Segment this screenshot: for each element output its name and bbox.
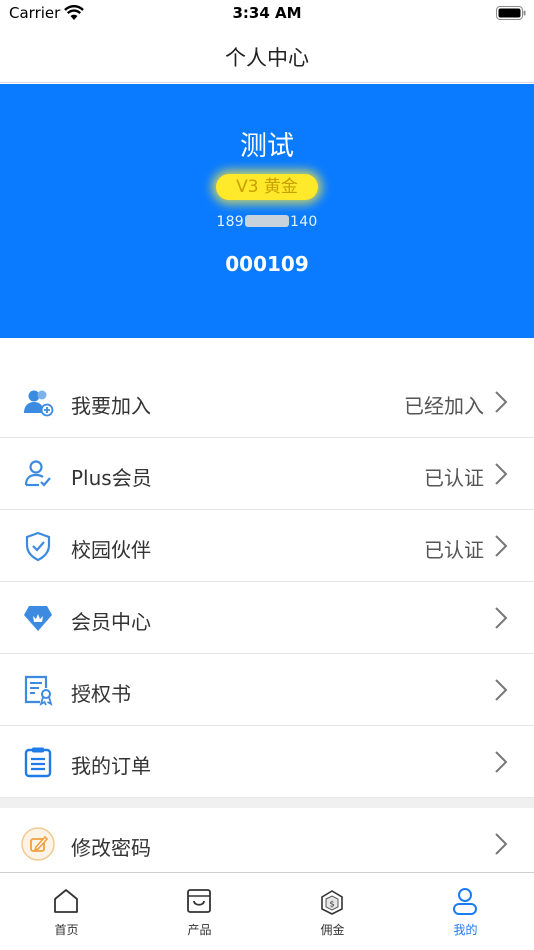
chevron-right-icon [495,535,508,557]
clock: 3:34 AM [232,4,302,22]
tab-label: 我的 [453,923,478,937]
clipboard-icon [24,747,52,778]
chevron-right-icon [495,679,508,701]
menu-item-plus[interactable]: Plus会员 已认证 [0,438,534,510]
certificate-icon [24,675,53,706]
user-add-icon [24,390,54,417]
menu-item-campus-partner[interactable]: 校园伙伴 已认证 [0,510,534,582]
nav-bar: 个人中心 [0,28,534,83]
member-id: 000109 [225,252,309,276]
user-check-icon [24,460,51,487]
tab-label: 产品 [187,923,212,937]
menu-item-label: 修改密码 [71,836,151,860]
menu-item-label: 我的订单 [71,754,151,778]
chevron-right-icon [495,833,508,855]
shield-check-icon [25,531,51,562]
tab-products[interactable]: 产品 [133,873,266,950]
page-title: 个人中心 [225,46,309,70]
profile-name: 测试 [240,131,294,162]
svg-text:$: $ [329,900,334,909]
home-icon [54,889,78,913]
chevron-right-icon [495,463,508,485]
menu-item-label: 会员中心 [71,610,151,634]
menu-item-label: Plus会员 [71,466,152,490]
tab-commission[interactable]: $ 佣金 [266,873,399,950]
status-bar: Carrier 3:34 AM [0,0,534,28]
diamond-badge-icon [24,606,52,631]
menu-list: 我要加入 已经加入 Plus会员 已认证 校园伙伴 已认证 会员中心 授权书 我… [0,366,534,880]
tab-label: 佣金 [320,923,345,937]
phone-prefix: 189 [216,214,244,230]
chevron-right-icon [495,607,508,629]
shopping-bag-icon [187,889,211,913]
menu-item-my-orders[interactable]: 我的订单 [0,726,534,798]
level-badge: V3 黄金 [216,174,318,200]
section-divider [0,798,534,808]
commission-icon: $ [321,890,343,915]
menu-item-value: 已认证 [424,538,484,562]
chevron-right-icon [495,391,508,413]
edit-lock-icon [21,827,55,861]
menu-item-value: 已认证 [424,466,484,490]
menu-item-authorization[interactable]: 授权书 [0,654,534,726]
tab-label: 首页 [54,923,79,937]
menu-item-member-center[interactable]: 会员中心 [0,582,534,654]
profile-header: 测试 V3 黄金 189 140 000109 [0,84,534,338]
chevron-right-icon [495,751,508,773]
menu-item-value: 已经加入 [404,394,484,418]
profile-phone: 189 140 [0,214,534,230]
tab-mine[interactable]: 我的 [399,873,532,950]
tab-home[interactable]: 首页 [0,873,133,950]
person-icon [453,888,477,915]
menu-item-change-password[interactable]: 修改密码 [0,808,534,880]
menu-item-label: 授权书 [71,682,131,706]
phone-mask [245,215,289,227]
menu-item-label: 校园伙伴 [71,538,151,562]
battery-icon [496,6,526,20]
phone-suffix: 140 [290,214,318,230]
menu-item-join[interactable]: 我要加入 已经加入 [0,366,534,438]
tab-bar: 首页 产品 $ 佣金 我的 [0,872,534,950]
menu-item-label: 我要加入 [71,394,151,418]
